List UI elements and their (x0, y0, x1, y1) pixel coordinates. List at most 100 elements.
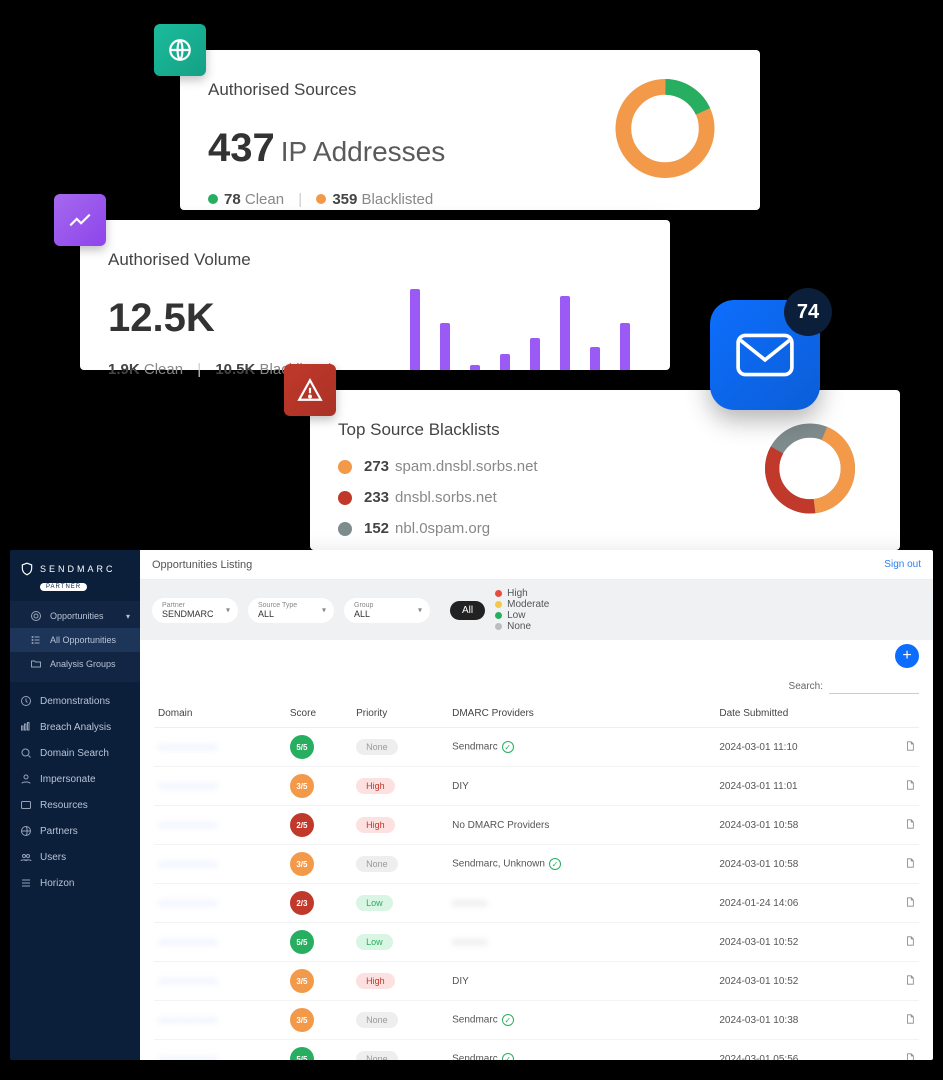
warning-icon (284, 364, 336, 416)
cell-domain: xxxxxxxxxxxx (154, 962, 286, 1001)
nav-domain-search[interactable]: Domain Search (10, 740, 140, 766)
cell-actions[interactable] (884, 884, 919, 923)
cell-priority: High (352, 962, 448, 1001)
volume-bar-chart (410, 280, 630, 370)
col-date-submitted[interactable]: Date Submitted (715, 700, 884, 728)
cell-providers: No DMARC Providers (448, 806, 715, 845)
cell-actions[interactable] (884, 845, 919, 884)
severity-low[interactable]: Low (495, 610, 549, 621)
cell-priority: High (352, 806, 448, 845)
table-row[interactable]: xxxxxxxxxxxx5/5Lowxxxxxxx2024-03-01 10:5… (154, 923, 919, 962)
cell-priority: None (352, 1040, 448, 1061)
cell-providers: DIY (448, 767, 715, 806)
filter-bar: Partner SENDMARC ▾ Source Type ALL ▾ Gro… (140, 580, 933, 640)
severity-none[interactable]: None (495, 621, 549, 632)
col-domain[interactable]: Domain (154, 700, 286, 728)
nav-resources[interactable]: Resources (10, 792, 140, 818)
table-row[interactable]: xxxxxxxxxxxx3/5HighDIY2024-03-01 11:01 (154, 767, 919, 806)
filter-group[interactable]: Group ALL ▾ (344, 598, 430, 623)
cell-score: 3/5 (286, 845, 352, 884)
cell-priority: None (352, 728, 448, 767)
col-score[interactable]: Score (286, 700, 352, 728)
cell-domain: xxxxxxxxxxxx (154, 1001, 286, 1040)
cell-score: 3/5 (286, 1001, 352, 1040)
nav-opportunities[interactable]: Opportunities▾ (10, 604, 140, 628)
cell-domain: xxxxxxxxxxxx (154, 923, 286, 962)
cell-actions[interactable] (884, 1001, 919, 1040)
cell-providers: Sendmarc✓ (448, 1040, 715, 1061)
cell-score: 5/5 (286, 1040, 352, 1061)
document-icon (905, 740, 915, 752)
check-icon: ✓ (549, 858, 561, 870)
cell-score: 2/5 (286, 806, 352, 845)
cell-actions[interactable] (884, 767, 919, 806)
cell-date: 2024-03-01 10:52 (715, 962, 884, 1001)
shield-icon (20, 562, 34, 576)
nav-breach-analysis[interactable]: Breach Analysis (10, 714, 140, 740)
document-icon (905, 1013, 915, 1025)
table-row[interactable]: xxxxxxxxxxxx3/5NoneSendmarc, Unknown✓202… (154, 845, 919, 884)
cell-score: 2/3 (286, 884, 352, 923)
document-icon (905, 857, 915, 869)
filter-all-pill[interactable]: All (450, 601, 485, 620)
blacklist-item: 152 nbl.0spam.org (338, 520, 872, 537)
nav-all-opportunities[interactable]: All Opportunities (10, 628, 140, 652)
trend-line-icon (54, 194, 106, 246)
nav-users[interactable]: Users (10, 844, 140, 870)
cell-actions[interactable] (884, 728, 919, 767)
cell-actions[interactable] (884, 1040, 919, 1061)
table-row[interactable]: xxxxxxxxxxxx3/5HighDIY2024-03-01 10:52 (154, 962, 919, 1001)
card-authorised-sources: Authorised Sources 437IP Addresses 78 Cl… (180, 50, 760, 210)
cell-providers: xxxxxxx (448, 884, 715, 923)
mail-notification-icon[interactable]: 74 (710, 300, 820, 410)
table-row[interactable]: xxxxxxxxxxxx5/5NoneSendmarc✓2024-03-01 1… (154, 728, 919, 767)
cell-providers: Sendmarc✓ (448, 1001, 715, 1040)
signout-link[interactable]: Sign out (884, 559, 921, 570)
blacklists-donut-chart (760, 419, 860, 522)
cell-providers: Sendmarc✓ (448, 728, 715, 767)
nav-horizon[interactable]: Horizon (10, 870, 140, 896)
nav-impersonate[interactable]: Impersonate (10, 766, 140, 792)
document-icon (905, 1052, 915, 1061)
cell-priority: Low (352, 923, 448, 962)
filter-partner[interactable]: Partner SENDMARC ▾ (152, 598, 238, 623)
cell-domain: xxxxxxxxxxxx (154, 1040, 286, 1061)
cell-score: 5/5 (286, 923, 352, 962)
add-button[interactable]: + (895, 644, 919, 668)
document-icon (905, 935, 915, 947)
cell-date: 2024-01-24 14:06 (715, 884, 884, 923)
document-icon (905, 818, 915, 830)
table-row[interactable]: xxxxxxxxxxxx3/5NoneSendmarc✓2024-03-01 1… (154, 1001, 919, 1040)
sources-donut-chart (610, 74, 720, 187)
nav-analysis-groups[interactable]: Analysis Groups (10, 652, 140, 676)
cell-actions[interactable] (884, 962, 919, 1001)
brand: SENDMARC (10, 558, 140, 580)
cell-domain: xxxxxxxxxxxx (154, 728, 286, 767)
search-input[interactable] (829, 678, 919, 694)
col-actions[interactable] (884, 700, 919, 728)
cell-date: 2024-03-01 10:38 (715, 1001, 884, 1040)
table-row[interactable]: xxxxxxxxxxxx5/5NoneSendmarc✓2024-03-01 0… (154, 1040, 919, 1061)
cell-actions[interactable] (884, 806, 919, 845)
page-title: Opportunities Listing (152, 559, 252, 571)
severity-moderate[interactable]: Moderate (495, 599, 549, 610)
table-row[interactable]: xxxxxxxxxxxx2/5HighNo DMARC Providers202… (154, 806, 919, 845)
cell-date: 2024-03-01 10:58 (715, 806, 884, 845)
nav-partners[interactable]: Partners (10, 818, 140, 844)
check-icon: ✓ (502, 1014, 514, 1026)
cell-domain: xxxxxxxxxxxx (154, 806, 286, 845)
cell-date: 2024-03-01 05:56 (715, 1040, 884, 1061)
card-title: Authorised Volume (108, 250, 642, 270)
col-dmarc-providers[interactable]: DMARC Providers (448, 700, 715, 728)
filter-source-type[interactable]: Source Type ALL ▾ (248, 598, 334, 623)
table-row[interactable]: xxxxxxxxxxxx2/3Lowxxxxxxx2024-01-24 14:0… (154, 884, 919, 923)
content-area: + Search: DomainScorePriorityDMARC Provi… (140, 640, 933, 1060)
opportunities-table: DomainScorePriorityDMARC ProvidersDate S… (154, 700, 919, 1060)
nav-demonstrations[interactable]: Demonstrations (10, 688, 140, 714)
folder-icon (30, 658, 42, 670)
severity-high[interactable]: High (495, 588, 549, 599)
cell-date: 2024-03-01 11:01 (715, 767, 884, 806)
col-priority[interactable]: Priority (352, 700, 448, 728)
cell-actions[interactable] (884, 923, 919, 962)
sidebar: SENDMARC PARTNER Opportunities▾ All Oppo… (10, 550, 140, 1060)
